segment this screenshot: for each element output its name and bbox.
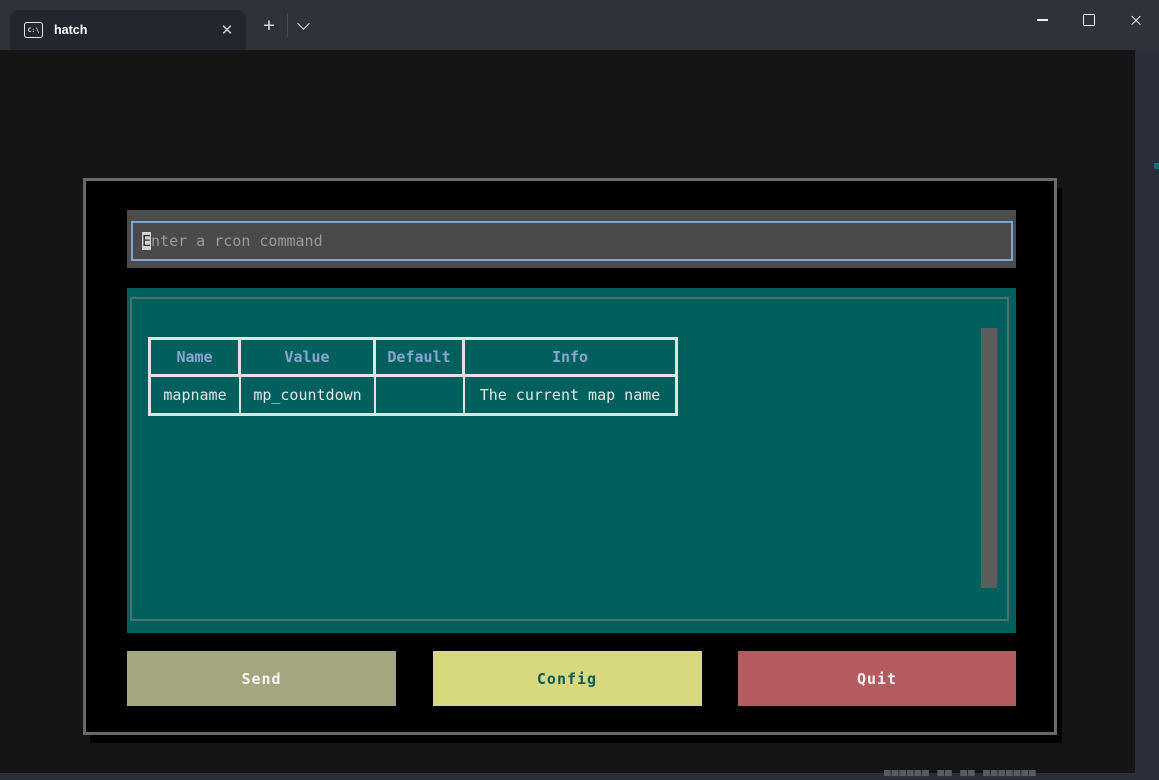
close-icon: × <box>1128 10 1143 31</box>
input-placeholder: nter a rcon command <box>151 232 323 250</box>
terminal-viewport: Enter a rcon command Name Value Default … <box>0 50 1135 773</box>
scrollbar-thumb[interactable] <box>981 328 997 588</box>
right-gutter <box>1135 50 1159 780</box>
cvar-table: Name Value Default Info mapname mp_count… <box>148 337 678 416</box>
action-button-row: Send Config Quit <box>127 651 1016 706</box>
tab-close-button[interactable]: ✕ <box>212 15 242 45</box>
tab-hatch[interactable]: C:\ hatch ✕ <box>10 10 246 50</box>
text-cursor: E <box>142 232 151 250</box>
quit-button[interactable]: Quit <box>738 651 1016 706</box>
send-button[interactable]: Send <box>127 651 396 706</box>
cell-info: The current map name <box>465 377 675 413</box>
window-close-button[interactable]: × <box>1113 0 1159 40</box>
minimize-button[interactable] <box>1019 0 1065 40</box>
column-header-value: Value <box>241 340 376 377</box>
maximize-icon <box>1083 14 1095 26</box>
tab-title: hatch <box>54 23 212 37</box>
tab-dropdown-button[interactable] <box>288 10 318 40</box>
chevron-down-icon <box>297 17 310 30</box>
cell-value: mp_countdown <box>241 377 376 413</box>
minimize-icon <box>1037 19 1048 20</box>
terminal-icon: C:\ <box>24 22 43 38</box>
config-button[interactable]: Config <box>433 651 702 706</box>
rcon-command-input[interactable]: Enter a rcon command <box>131 221 1013 261</box>
clipped-text-fragment: ▀▀▀▀▀▀ ▀▀ ▀▀ ▀▀▀▀▀▀▀ <box>884 770 1134 780</box>
new-tab-button[interactable]: + <box>254 10 284 40</box>
table-row[interactable]: mapname mp_countdown The current map nam… <box>151 377 675 413</box>
column-header-info: Info <box>465 340 675 377</box>
close-icon: ✕ <box>221 21 234 39</box>
results-panel: Name Value Default Info mapname mp_count… <box>127 288 1016 633</box>
cell-default <box>376 377 465 413</box>
column-header-name: Name <box>151 340 241 377</box>
table-header-row: Name Value Default Info <box>151 340 675 377</box>
terminal-window: { "titlebar": { "tab": { "title": "hatch… <box>0 0 1159 780</box>
rcon-command-panel: Enter a rcon command <box>127 210 1016 268</box>
column-header-default: Default <box>376 340 465 377</box>
maximize-button[interactable] <box>1066 0 1112 40</box>
scroll-position-mark <box>1154 163 1159 169</box>
cell-name: mapname <box>151 377 241 413</box>
plus-icon: + <box>263 14 274 36</box>
titlebar: C:\ hatch ✕ + × <box>0 0 1159 50</box>
app-window: Enter a rcon command Name Value Default … <box>83 178 1057 735</box>
